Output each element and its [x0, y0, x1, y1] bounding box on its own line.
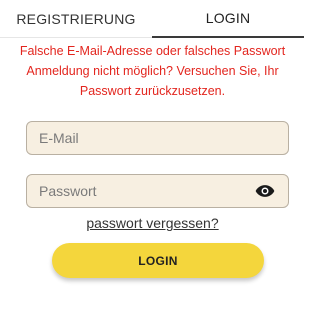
eye-icon[interactable] — [254, 180, 276, 202]
email-input[interactable] — [39, 122, 276, 154]
password-field — [26, 174, 289, 208]
forgot-password-link[interactable]: passwort vergessen? — [86, 215, 218, 231]
tab-login[interactable]: LOGIN — [152, 0, 304, 38]
email-field — [26, 121, 289, 155]
auth-tabs: REGISTRIERUNG LOGIN — [0, 0, 305, 38]
forgot-password-link-row: passwort vergessen? — [0, 215, 305, 235]
password-input[interactable] — [39, 175, 254, 207]
error-message: Falsche E-Mail-Adresse oder falsches Pas… — [0, 41, 305, 101]
error-line-reset-hint: Anmeldung nicht möglich? Versuchen Sie, … — [26, 64, 279, 98]
login-button[interactable]: LOGIN — [52, 243, 264, 278]
tab-registrierung[interactable]: REGISTRIERUNG — [0, 0, 152, 38]
error-line-credentials: Falsche E-Mail-Adresse oder falsches Pas… — [19, 44, 286, 58]
